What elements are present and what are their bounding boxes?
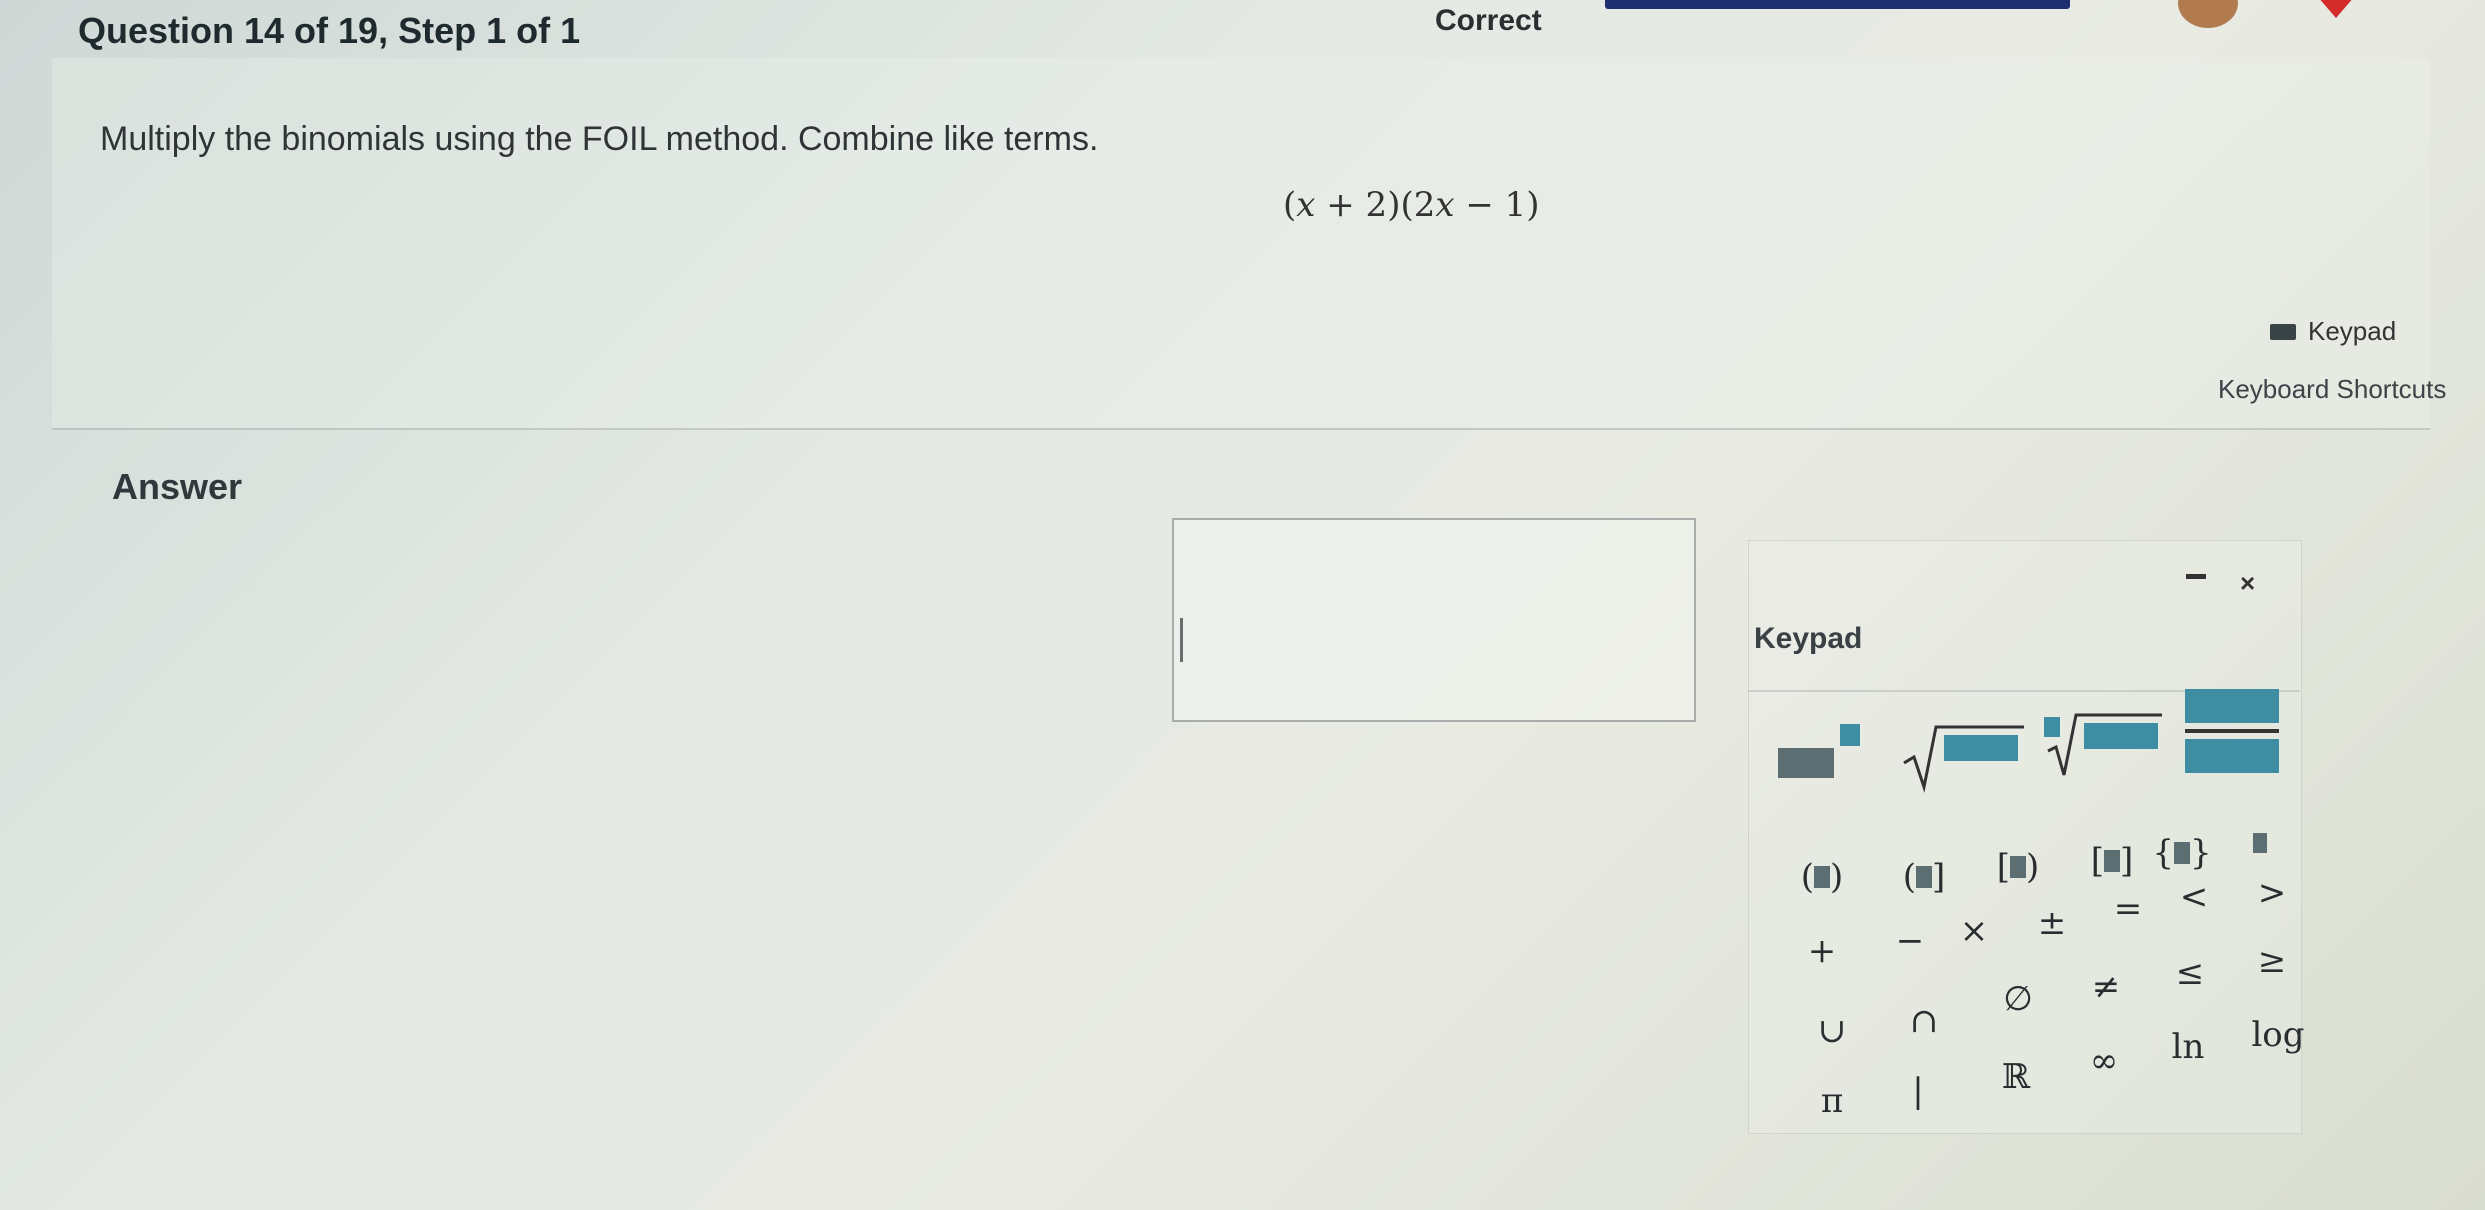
log-button[interactable]: log — [2236, 1004, 2320, 1066]
square-root-icon — [1903, 725, 2024, 793]
infinity-button[interactable]: ∞ — [2062, 1030, 2146, 1092]
keyboard-shortcuts-link[interactable]: Keyboard Shortcuts — [2218, 374, 2446, 405]
bracket-close: ] — [1932, 857, 1946, 897]
bracket-close: ] — [2120, 841, 2134, 881]
not-equal-button[interactable]: ≠ — [2064, 956, 2148, 1018]
half-open-left-button[interactable]: [) — [1976, 836, 2060, 898]
union-button[interactable]: ∪ — [1790, 1000, 1874, 1062]
plus-button[interactable]: + — [1780, 920, 1864, 982]
keypad-toggle-label: Keypad — [2308, 316, 2397, 346]
keypad-toggle-button[interactable]: Keypad — [2270, 316, 2396, 347]
exponent-button[interactable] — [1770, 710, 1870, 796]
bracket-close: ) — [2026, 847, 2040, 887]
times-button[interactable]: × — [1932, 900, 2016, 962]
text-cursor — [1180, 618, 1183, 662]
fraction-icon — [2185, 689, 2279, 773]
keypad-title: Keypad — [1754, 622, 1863, 655]
math-expression: (x + 2)(2x − 1) — [1283, 185, 1540, 225]
bracket-open: ( — [1902, 857, 1916, 897]
nth-root-icon — [2044, 713, 2162, 776]
answer-input[interactable] — [1172, 518, 1696, 722]
nth-root-button[interactable] — [2040, 700, 2164, 786]
expr-part: ( — [1283, 185, 1297, 225]
ln-button[interactable]: ln — [2146, 1016, 2230, 1078]
question-instruction: Multiply the binomials using the FOIL me… — [100, 120, 1099, 158]
greater-equal-button[interactable]: ≥ — [2230, 930, 2314, 992]
close-button[interactable]: × — [2240, 570, 2255, 596]
progress-bar — [1605, 0, 2070, 9]
question-card — [52, 58, 2430, 430]
exponent-icon — [1778, 724, 1860, 778]
empty-set-button[interactable]: ∅ — [1976, 968, 2060, 1030]
bracket-open: [ — [1996, 847, 2010, 887]
bracket-open: [ — [2090, 841, 2104, 881]
half-open-right-button[interactable]: (] — [1882, 846, 1966, 908]
placeholder-square — [1814, 866, 1830, 888]
fraction-button[interactable] — [2176, 676, 2288, 786]
less-than-button[interactable]: < — [2152, 866, 2236, 928]
expr-var: x — [1296, 185, 1316, 225]
avatar[interactable] — [2178, 0, 2238, 28]
heart-icon — [2320, 0, 2352, 18]
intersection-button[interactable]: ∩ — [1882, 990, 1966, 1052]
placeholder-square — [2253, 833, 2267, 853]
bracket-open: ( — [1800, 857, 1814, 897]
status-label: Correct — [1435, 4, 1542, 37]
keyboard-icon — [2270, 323, 2296, 340]
minimize-button[interactable] — [2186, 574, 2206, 579]
absolute-value-button[interactable]: | — [1876, 1060, 1960, 1122]
placeholder-square — [1916, 866, 1932, 888]
expr-part: + 2)(2 — [1315, 185, 1436, 225]
question-counter: Question 14 of 19, Step 1 of 1 — [78, 10, 581, 51]
placeholder-square — [2104, 850, 2120, 872]
placeholder-square — [2010, 856, 2026, 878]
square-root-button[interactable] — [1900, 710, 2026, 796]
less-equal-button[interactable]: ≤ — [2148, 942, 2232, 1004]
plus-minus-button[interactable]: ± — [2010, 892, 2094, 954]
answer-label: Answer — [112, 466, 243, 507]
bracket-close: ) — [1830, 857, 1844, 897]
expr-part: − 1) — [1454, 185, 1540, 225]
greater-than-button[interactable]: > — [2230, 862, 2314, 924]
placeholder-square — [2174, 842, 2190, 864]
real-numbers-button[interactable]: ℝ — [1974, 1046, 2058, 1108]
parentheses-button[interactable]: () — [1780, 846, 1864, 908]
expr-var: x — [1435, 185, 1455, 225]
pi-button[interactable]: π — [1790, 1070, 1874, 1132]
